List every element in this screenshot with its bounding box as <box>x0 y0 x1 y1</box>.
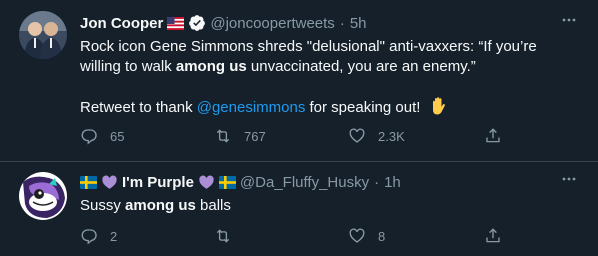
tweet[interactable]: Jon Cooper @joncoopertweets · 5h Rock ic… <box>0 0 598 162</box>
share-icon <box>486 128 500 143</box>
tweet-paragraph: Sussy among us balls <box>80 197 231 214</box>
display-name[interactable]: I'm Purple <box>122 174 194 191</box>
retweet-button[interactable] <box>214 226 244 246</box>
reply-count: 65 <box>110 128 125 144</box>
avatar[interactable] <box>19 11 67 59</box>
raised-hand-emoji-icon <box>432 97 445 115</box>
like-button[interactable]: 8 <box>348 226 385 246</box>
tweet[interactable]: I'm Purple @Da_Fluffy_Husky · 1h Sussy a… <box>0 162 598 256</box>
retweet-count: 767 <box>244 128 266 144</box>
share-button[interactable] <box>484 226 502 246</box>
more-options-icon[interactable] <box>562 13 576 27</box>
sweden-flag-icon <box>218 175 236 189</box>
purple-heart-icon <box>199 174 214 189</box>
retweet-icon <box>216 129 230 143</box>
heart-icon <box>349 128 365 143</box>
more-options-icon[interactable] <box>562 172 576 186</box>
tweet-header: I'm Purple @Da_Fluffy_Husky · 1h <box>80 172 401 192</box>
us-flag-icon <box>167 16 185 30</box>
reply-icon <box>81 229 97 245</box>
verified-badge-icon <box>189 15 206 31</box>
timestamp[interactable]: 1h <box>384 174 401 191</box>
avatar[interactable] <box>19 172 67 220</box>
like-button[interactable]: 2.3K <box>348 126 405 146</box>
share-icon <box>486 228 500 243</box>
timestamp[interactable]: 5h <box>350 15 367 32</box>
retweet-icon <box>216 229 230 243</box>
like-count: 2.3K <box>378 128 405 144</box>
sweden-flag-icon <box>80 175 97 189</box>
share-button[interactable] <box>484 126 502 146</box>
heart-icon <box>349 228 365 243</box>
tweet-paragraph: Retweet to thank @genesimmons for speaki… <box>80 97 570 118</box>
reply-icon <box>81 129 97 145</box>
display-name[interactable]: Jon Cooper <box>80 15 163 32</box>
separator: · <box>374 173 380 191</box>
handle[interactable]: @joncoopertweets <box>210 15 334 32</box>
purple-heart-icon <box>102 174 117 189</box>
tweet-header: Jon Cooper @joncoopertweets · 5h <box>80 13 367 33</box>
mention-link[interactable]: @genesimmons <box>197 99 306 116</box>
tweet-paragraph: Rock icon Gene Simmons shreds "delusiona… <box>80 38 537 75</box>
reply-count: 2 <box>110 228 118 244</box>
reply-button[interactable]: 2 <box>80 226 117 246</box>
tweet-text: Rock icon Gene Simmons shreds "delusiona… <box>80 37 570 118</box>
tweet-actions: 2 8 <box>80 226 520 246</box>
like-count: 8 <box>378 228 386 244</box>
handle[interactable]: @Da_Fluffy_Husky <box>240 174 369 191</box>
reply-button[interactable]: 65 <box>80 126 124 146</box>
tweet-actions: 65 767 2.3K <box>80 126 520 146</box>
separator: · <box>339 14 345 32</box>
retweet-button[interactable]: 767 <box>214 126 266 146</box>
tweet-text: Sussy among us balls <box>80 196 570 216</box>
